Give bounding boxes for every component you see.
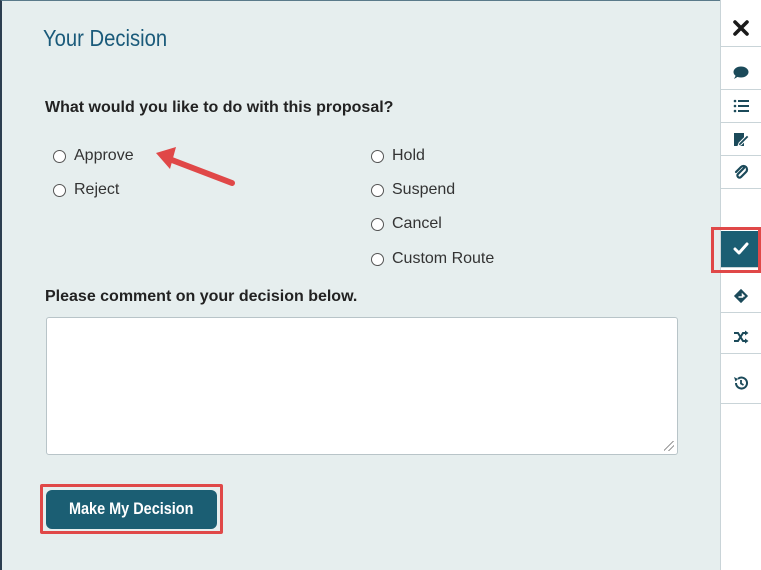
pointer-arrow-icon <box>156 147 235 186</box>
radio-custom-route[interactable]: Custom Route <box>371 250 494 268</box>
radio-hold-label: Hold <box>392 147 425 164</box>
radio-reject[interactable]: Reject <box>53 181 119 199</box>
radio-circle[interactable] <box>371 252 384 266</box>
shuffle-icon <box>734 330 749 344</box>
radio-suspend-label: Suspend <box>392 181 456 198</box>
radio-circle[interactable] <box>371 183 384 197</box>
comment-label: Please comment on your decision below. <box>45 288 358 305</box>
decision-question: What would you like to do with this prop… <box>45 99 394 116</box>
edit-icon <box>734 133 749 147</box>
sidebar-route[interactable] <box>721 280 761 313</box>
resize-grip-icon[interactable] <box>664 441 674 451</box>
paperclip-icon <box>734 164 749 179</box>
right-sidebar <box>720 0 761 570</box>
close-icon <box>733 20 749 36</box>
comment-icon <box>733 66 749 79</box>
check-icon <box>733 242 749 255</box>
submit-highlight: Make My Decision <box>40 484 223 534</box>
list-icon <box>733 99 749 113</box>
radio-suspend[interactable]: Suspend <box>371 181 455 199</box>
sidebar-shuffle[interactable] <box>721 321 761 354</box>
radio-cancel-label: Cancel <box>392 215 442 232</box>
sidebar-close[interactable] <box>721 10 761 47</box>
sidebar-decision[interactable] <box>721 231 761 268</box>
history-icon <box>734 376 748 390</box>
radio-hold[interactable]: Hold <box>371 147 425 165</box>
sidebar-attachments[interactable] <box>721 156 761 189</box>
radio-circle[interactable] <box>371 217 384 231</box>
radio-circle[interactable] <box>371 149 384 163</box>
make-decision-button[interactable]: Make My Decision <box>46 489 217 529</box>
comment-textarea[interactable] <box>46 317 678 455</box>
radio-circle[interactable] <box>53 149 66 163</box>
sidebar-edit[interactable] <box>721 123 761 156</box>
radio-reject-label: Reject <box>74 181 120 198</box>
sidebar-comments[interactable] <box>721 57 761 90</box>
radio-cancel[interactable]: Cancel <box>371 215 442 233</box>
radio-circle[interactable] <box>53 183 66 197</box>
radio-custom-route-label: Custom Route <box>392 250 495 267</box>
sidebar-list[interactable] <box>721 90 761 123</box>
make-decision-label: Make My Decision <box>69 499 194 518</box>
panel-title: Your Decision <box>43 25 168 51</box>
decision-panel: Your Decision What would you like to do … <box>0 0 720 570</box>
sidebar-history[interactable] <box>721 362 761 404</box>
radio-approve[interactable]: Approve <box>53 147 134 165</box>
route-icon <box>733 288 749 304</box>
radio-approve-label: Approve <box>74 147 134 164</box>
